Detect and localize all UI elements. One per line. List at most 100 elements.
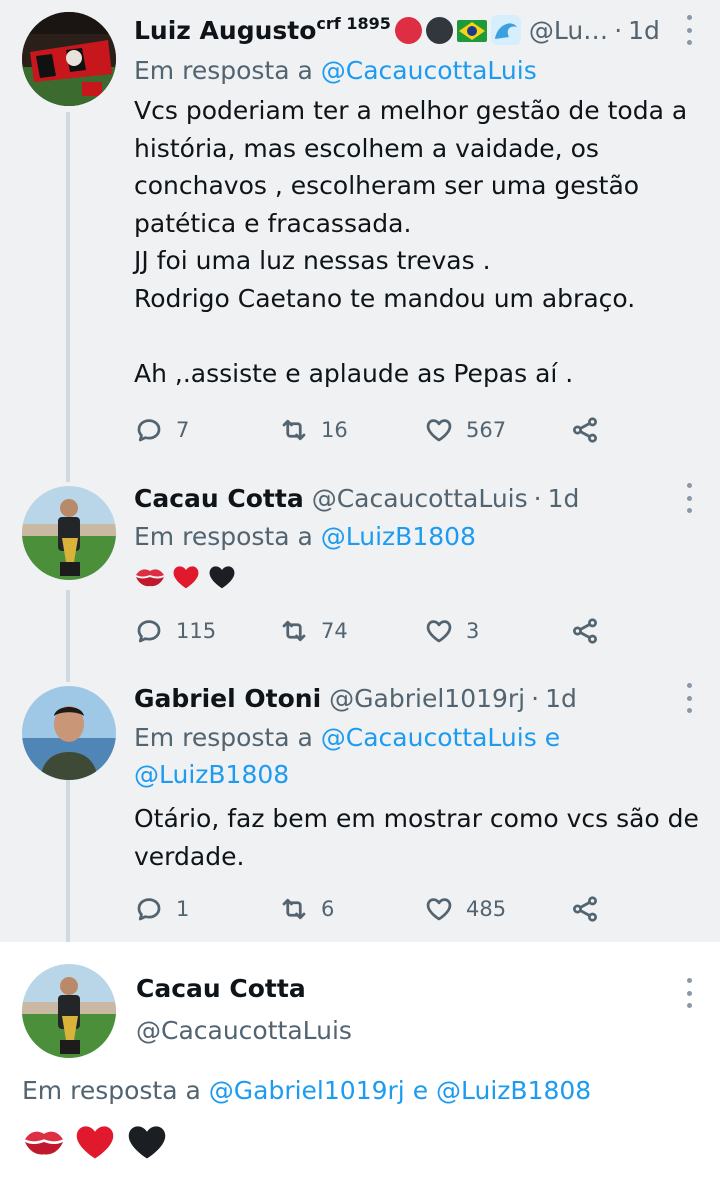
retweet-button[interactable]: 6: [279, 889, 334, 929]
black-heart-icon: [209, 566, 235, 589]
tweet-emoji: [134, 562, 704, 598]
heart-icon: [426, 419, 452, 442]
reply-context: Em resposta a @Gabriel1019rj e @LuizB180…: [22, 1076, 591, 1105]
reply-context: Em resposta a @LuizB1808: [134, 518, 704, 555]
reply-button[interactable]: 115: [134, 611, 216, 651]
more-options-icon[interactable]: [684, 483, 694, 513]
like-button[interactable]: 485: [424, 889, 506, 929]
avatar[interactable]: [22, 12, 116, 106]
user-handle[interactable]: @CacaucottaLuis: [136, 1016, 352, 1045]
tweet-luiz-augusto[interactable]: Luiz Augusto crf 1895 @Lu… · 1d Em respos…: [0, 10, 720, 460]
avatar[interactable]: [22, 964, 116, 1058]
brazil-flag-icon: [456, 19, 487, 42]
share-icon: [573, 896, 597, 922]
retweet-button[interactable]: 74: [279, 611, 348, 651]
tweet-text-line: patética e fracassada.: [134, 208, 412, 238]
tweet-text-line: Rodrigo Caetano te mandou um abraço.: [134, 283, 636, 313]
more-options-icon[interactable]: [684, 978, 694, 1008]
reply-context: Em resposta a @CacaucottaLuis e @LuizB18…: [134, 719, 704, 793]
reply-icon: [137, 898, 161, 921]
more-options-icon[interactable]: [684, 683, 694, 713]
red-heart-icon: [76, 1126, 114, 1159]
tweet-cacau-cotta[interactable]: Cacau Cotta @CacaucottaLuis · 1d Em resp…: [0, 478, 720, 658]
focused-tweet[interactable]: Cacau Cotta @CacaucottaLuis Em resposta …: [0, 942, 720, 1185]
tweet-gabriel-otoni[interactable]: Gabriel Otoni @Gabriel1019rj · 1d Em res…: [0, 678, 720, 938]
tweet-text-line: verdade.: [134, 841, 245, 871]
mention-conjunction: e: [412, 1076, 429, 1105]
retweet-icon: [282, 898, 306, 920]
red-heart-icon: [173, 566, 199, 589]
like-count: 3: [466, 619, 480, 643]
retweet-count: 6: [321, 897, 335, 921]
reply-prefix: Em resposta a: [134, 723, 313, 752]
share-icon: [573, 417, 597, 443]
user-handle[interactable]: @CacaucottaLuis: [312, 484, 528, 513]
tweet-text-line: história, mas escolhem a vaidade, os: [134, 133, 599, 163]
mention-link[interactable]: @Gabriel1019rj: [209, 1076, 405, 1105]
tweet-header: Gabriel Otoni @Gabriel1019rj · 1d: [134, 678, 577, 718]
tweet-text-line: Ah ,.assiste e aplaude as Pepas aí .: [134, 358, 574, 388]
display-name[interactable]: Luiz Augusto: [134, 16, 316, 45]
share-button[interactable]: [570, 611, 600, 651]
reply-button[interactable]: 7: [134, 410, 189, 450]
tweet-actions: 7 16 567: [134, 410, 614, 450]
display-name[interactable]: Cacau Cotta: [136, 974, 306, 1003]
like-count: 485: [466, 897, 507, 921]
display-name[interactable]: Cacau Cotta: [134, 484, 304, 513]
wave-icon: [490, 15, 521, 45]
tweet-text: Otário, faz bem em mostrar como vcs são …: [134, 800, 704, 875]
retweet-icon: [282, 419, 306, 441]
share-button[interactable]: [570, 410, 600, 450]
reply-count: 1: [176, 897, 190, 921]
avatar[interactable]: [22, 486, 116, 580]
reply-button[interactable]: 1: [134, 889, 189, 929]
black-circle-icon: [425, 16, 453, 44]
mention-link[interactable]: @LuizB1808: [134, 760, 289, 789]
heart-icon: [426, 898, 452, 921]
reply-count: 115: [176, 619, 217, 643]
tweet-text-line: Otário, faz bem em mostrar como vcs são …: [134, 804, 699, 833]
reply-icon: [137, 620, 161, 643]
separator-dot: ·: [533, 483, 542, 513]
red-circle-icon: [394, 16, 422, 44]
mention-link[interactable]: @LuizB1808: [436, 1076, 591, 1105]
tweet-text-line: conchavos , escolheram ser uma gestão: [134, 171, 640, 200]
mention-link[interactable]: @LuizB1808: [321, 522, 476, 551]
like-button[interactable]: 3: [424, 611, 479, 651]
user-handle[interactable]: @Gabriel1019rj: [329, 684, 525, 713]
kiss-mark-icon: [25, 1131, 63, 1155]
reply-prefix: Em resposta a: [134, 522, 313, 551]
separator-dot: ·: [531, 683, 540, 713]
retweet-count: 74: [321, 619, 348, 643]
display-name[interactable]: Gabriel Otoni: [134, 684, 321, 713]
retweet-icon: [282, 620, 306, 642]
tweet-text-line: [134, 317, 704, 355]
timestamp[interactable]: 1d: [545, 684, 577, 713]
reply-icon: [137, 419, 161, 442]
heart-icon: [426, 620, 452, 643]
like-count: 567: [466, 418, 507, 442]
display-name-suffix: crf 1895: [316, 14, 391, 33]
share-button[interactable]: [570, 889, 600, 929]
more-options-icon[interactable]: [684, 15, 694, 45]
timestamp[interactable]: 1d: [548, 484, 580, 513]
reply-count: 7: [176, 418, 190, 442]
retweet-button[interactable]: 16: [279, 410, 348, 450]
black-heart-icon: [128, 1126, 166, 1159]
retweet-count: 16: [321, 418, 348, 442]
reply-prefix: Em resposta a: [134, 56, 313, 85]
share-icon: [573, 618, 597, 644]
user-handle[interactable]: @Lu…: [529, 16, 608, 45]
timestamp[interactable]: 1d: [628, 16, 660, 45]
thread-context: Luiz Augusto crf 1895 @Lu… · 1d Em respos…: [0, 0, 720, 957]
tweet-emoji: [22, 1120, 170, 1164]
tweet-actions: 115 74 3: [134, 611, 614, 651]
mention-link[interactable]: @CacaucottaLuis: [321, 723, 537, 752]
avatar[interactable]: [22, 686, 116, 780]
tweet-header: Cacau Cotta @CacaucottaLuis · 1d: [134, 478, 579, 518]
like-button[interactable]: 567: [424, 410, 506, 450]
tweet-actions: 1 6 485: [134, 889, 614, 929]
mention-link[interactable]: @CacaucottaLuis: [321, 56, 537, 85]
tweet-text: Vcs poderiam ter a melhor gestão de toda…: [134, 92, 704, 392]
tweet-text-line: JJ foi uma luz nessas trevas .: [134, 246, 491, 275]
